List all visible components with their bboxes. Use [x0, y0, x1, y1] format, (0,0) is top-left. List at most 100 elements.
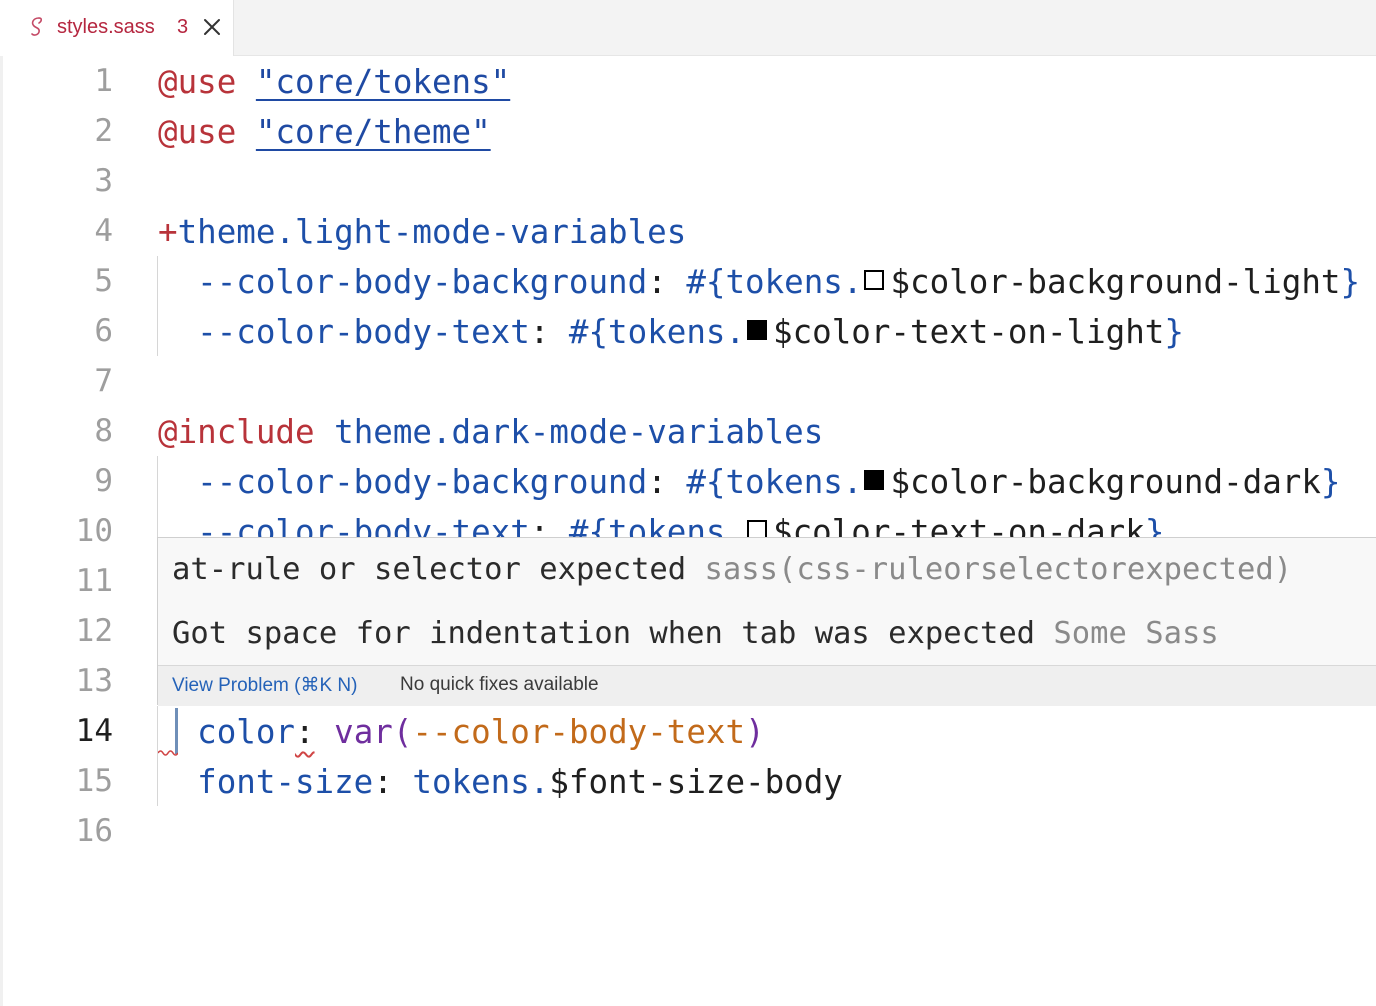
- line-number: 2: [94, 113, 113, 149]
- line-number: 7: [94, 363, 113, 399]
- code-text: +theme.light-mode-variables: [158, 213, 686, 251]
- tab-styles-sass[interactable]: styles.sass 3: [0, 0, 234, 56]
- problem-text: Got space for indentation when tab was e…: [172, 616, 1036, 651]
- problem-message: at-rule or selector expected sass(css-ru…: [172, 552, 1292, 587]
- code-token: ): [745, 713, 765, 751]
- line-number: 1: [94, 63, 113, 99]
- code-token: #{tokens.: [686, 463, 863, 501]
- code-token: $color-background-light: [890, 263, 1341, 301]
- code-line[interactable]: 6 --color-body-text: #{tokens. $color-tex…: [0, 306, 1376, 356]
- code-text: --color-body-background: #{tokens. $color…: [158, 263, 1360, 301]
- line-number: 6: [94, 313, 113, 349]
- code-token: theme.light-mode-variables: [177, 213, 687, 251]
- code-token: :: [529, 313, 569, 351]
- hover-status-bar: View Problem (⌘K N) No quick fixes avail…: [158, 665, 1376, 706]
- problem-count-badge: 3: [177, 16, 189, 38]
- error-squiggle: [158, 750, 178, 756]
- line-number: 11: [75, 563, 113, 599]
- code-token: color: [197, 713, 295, 751]
- code-token: --color-body-text: [197, 313, 530, 351]
- no-quick-fixes-label: No quick fixes available: [400, 674, 599, 695]
- code-token: --color-body-background: [197, 263, 648, 301]
- code-token: $font-size-body: [549, 763, 843, 801]
- line-number: 16: [75, 813, 113, 849]
- code-text: --color-body-text: #{tokens. $color-text-…: [158, 313, 1184, 351]
- code-text: --color-body-background: #{tokens. $color…: [158, 463, 1340, 501]
- line-number: 12: [75, 613, 113, 649]
- line-number: 8: [94, 413, 113, 449]
- problem-hover-widget: at-rule or selector expected sass(css-ru…: [157, 537, 1376, 706]
- code-token: $color-text-on-light: [773, 313, 1165, 351]
- code-token: var(: [334, 713, 413, 751]
- code-line[interactable]: 5 --color-body-background: #{tokens. $col…: [0, 256, 1376, 306]
- color-swatch[interactable]: [864, 470, 885, 490]
- code-editor[interactable]: 16 15 font-size: tokens.$font-size-body 14…: [0, 56, 1376, 1006]
- code-text: @use "core/tokens": [158, 63, 510, 101]
- line-number: 10: [75, 513, 113, 549]
- code-token: +: [158, 213, 178, 251]
- code-line[interactable]: 2 @use "core/theme": [0, 106, 1376, 156]
- code-text: @use "core/theme": [158, 113, 491, 151]
- code-token: #{tokens.: [568, 313, 746, 351]
- code-token: :: [647, 463, 687, 501]
- code-token: #{tokens.: [686, 263, 863, 301]
- code-token: :: [647, 263, 687, 301]
- line-number: 5: [94, 263, 113, 299]
- code-token: :: [373, 763, 413, 801]
- code-text: font-size: tokens.$font-size-body: [158, 763, 843, 801]
- sass-file-icon: [31, 17, 43, 36]
- color-swatch[interactable]: [864, 270, 885, 290]
- line-number: 3: [94, 163, 113, 199]
- tab-filename: styles.sass: [57, 16, 155, 38]
- line-number: 14: [75, 713, 113, 749]
- code-token: }: [1340, 263, 1361, 301]
- code-line[interactable]: 4 +theme.light-mode-variables: [0, 206, 1376, 256]
- code-token: @use: [158, 63, 237, 101]
- code-token: "core/theme": [255, 113, 491, 151]
- code-token: $color-background-dark: [890, 463, 1321, 501]
- code-token: --color-body-background: [197, 463, 648, 501]
- code-line[interactable]: 1 @use "core/tokens": [0, 56, 1376, 106]
- code-token: :: [294, 713, 315, 751]
- code-token: tokens.: [412, 763, 550, 801]
- line-number: 4: [94, 213, 113, 249]
- problem-source: Some Sass: [1053, 616, 1219, 651]
- code-line[interactable]: 14 color: var(--color-body-text): [0, 706, 1376, 756]
- code-line[interactable]: 16: [0, 806, 1376, 856]
- code-token: }: [1320, 463, 1341, 501]
- code-line[interactable]: 8 @include theme.dark-mode-variables: [0, 406, 1376, 456]
- line-number: 9: [94, 463, 113, 499]
- problem-source: sass(css-ruleorselectorexpected): [704, 552, 1293, 587]
- code-line[interactable]: 7: [0, 356, 1376, 406]
- code-line[interactable]: 3: [0, 156, 1376, 206]
- indent-guide: [157, 706, 158, 806]
- close-icon[interactable]: [202, 17, 222, 37]
- code-text: color: var(--color-body-text): [158, 713, 765, 751]
- view-problem-link[interactable]: View Problem (⌘K N): [172, 674, 357, 697]
- indent-guide: [157, 256, 158, 356]
- code-token: font-size: [197, 763, 374, 801]
- code-token: @use: [158, 113, 237, 151]
- code-token: --color-body-text: [412, 713, 746, 751]
- problem-text: at-rule or selector expected: [172, 552, 687, 587]
- code-token: @include: [158, 413, 315, 451]
- code-line[interactable]: 15 font-size: tokens.$font-size-body: [0, 756, 1376, 806]
- line-number: 13: [75, 663, 113, 699]
- code-token: theme.dark-mode-variables: [334, 413, 824, 451]
- line-number: 15: [75, 763, 113, 799]
- problem-message: Got space for indentation when tab was e…: [172, 616, 1219, 651]
- code-line[interactable]: 9 --color-body-background: #{tokens. $col…: [0, 456, 1376, 506]
- tab-bar: styles.sass 3: [0, 0, 1376, 56]
- code-token: "core/tokens": [255, 63, 511, 101]
- code-token: }: [1164, 313, 1184, 351]
- color-swatch[interactable]: [747, 320, 768, 340]
- code-text: @include theme.dark-mode-variables: [158, 413, 823, 451]
